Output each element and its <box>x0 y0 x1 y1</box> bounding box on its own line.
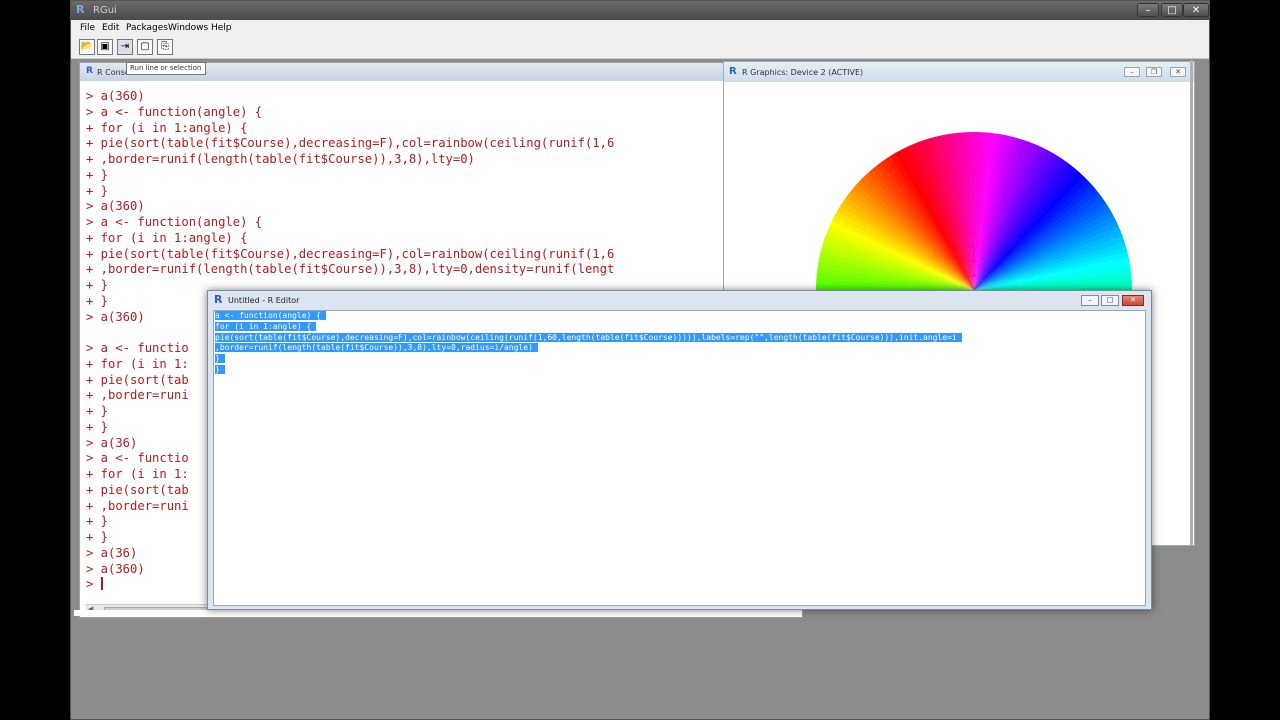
graphics-title: R Graphics: Device 2 (ACTIVE) <box>742 68 864 77</box>
console-line: + ,border=runif(length(table(fit$Course)… <box>86 262 615 277</box>
console-line: + } <box>86 167 109 182</box>
menu-edit[interactable]: Edit <box>102 23 119 33</box>
rainbow-pie-chart <box>816 131 1132 290</box>
console-line: > a(360) <box>86 89 145 103</box>
console-bottom-edge <box>74 610 802 616</box>
menu-help[interactable]: Help <box>211 23 232 33</box>
console-line: + for (i in 1:angle) { <box>86 120 248 135</box>
console-line: > a(360) <box>86 199 145 214</box>
console-line: + for (i in 1:angle) { <box>86 230 248 245</box>
r-logo-icon: R <box>86 66 93 76</box>
editor-line[interactable]: a <- function(angle) { <box>215 311 962 322</box>
toolbar: 📂 ▣ ⇥ ▢ ⎘ <box>71 37 1209 59</box>
console-line: > a <- function(angle) { <box>86 104 263 119</box>
r-logo-icon: R <box>76 3 85 16</box>
selected-text: a <- function(angle) { <box>215 311 326 320</box>
editor-title: Untitled - R Editor <box>228 296 300 305</box>
console-line: > a <- function(angle) { <box>86 215 263 229</box>
graphics-title-bar[interactable]: R R Graphics: Device 2 (ACTIVE) – ❐ ✕ <box>724 62 1194 82</box>
editor-line[interactable]: for (i in 1:angle) { <box>215 321 962 333</box>
run-line-icon[interactable]: ⇥ <box>117 39 133 55</box>
selected-text: } <box>215 354 225 364</box>
text-cursor <box>100 577 103 591</box>
console-icon[interactable]: ▢ <box>137 39 153 55</box>
maximize-button[interactable]: □ <box>1161 3 1183 17</box>
console-line: + pie(sort(table(fit$Course),decreasing=… <box>86 136 615 151</box>
menu-file[interactable]: File <box>80 23 95 33</box>
graphics-close-button[interactable]: ✕ <box>1170 67 1186 77</box>
console-line: + pie(sort(table(fit$Course),decreasing=… <box>86 246 615 261</box>
open-script-icon[interactable]: 📂 <box>79 39 95 55</box>
close-button[interactable]: ✕ <box>1183 3 1209 17</box>
save-icon[interactable]: ▣ <box>97 39 113 55</box>
editor-close-button[interactable]: ✕ <box>1122 295 1144 306</box>
editor-window[interactable]: R Untitled - R Editor – □ ✕ a <- functio… <box>207 290 1152 610</box>
selected-text: } <box>215 364 225 374</box>
editor-line[interactable]: } <box>215 354 962 365</box>
console-line: + ,border=runif(length(table(fit$Course)… <box>86 152 475 166</box>
graphics-window-edge <box>1190 60 1193 545</box>
r-logo-icon: R <box>729 66 737 77</box>
graphics-restore-button[interactable]: ❐ <box>1146 67 1162 77</box>
rgui-title-bar[interactable]: R RGui – □ ✕ <box>71 1 1209 20</box>
console-line: + } <box>86 183 109 198</box>
menu-windows[interactable]: Windows <box>168 23 208 33</box>
tooltip-run-line: Run line or selection <box>126 62 206 75</box>
graphics-minimize-button[interactable]: – <box>1124 67 1140 77</box>
menu-bar: File Edit Packages Windows Help <box>71 20 1209 37</box>
editor-line[interactable]: pie(sort(table(fit$Course),decreasing=F)… <box>215 332 962 344</box>
selected-text: ,border=runif(length(table(fit$Course)),… <box>215 343 538 353</box>
editor-title-bar[interactable]: R Untitled - R Editor – □ ✕ <box>208 291 1151 310</box>
selected-text: for (i in 1:angle) { <box>215 321 317 331</box>
pie-plot <box>814 130 1134 290</box>
editor-line[interactable]: } <box>215 364 962 376</box>
menu-packages[interactable]: Packages <box>126 23 168 33</box>
editor-text-area[interactable]: a <- function(angle) { for (i in 1:angle… <box>213 310 1146 606</box>
editor-maximize-button[interactable]: □ <box>1101 295 1119 306</box>
minimize-button[interactable]: – <box>1137 3 1159 17</box>
selected-text: pie(sort(table(fit$Course),decreasing=F)… <box>215 332 962 342</box>
prompt-symbol: > <box>86 577 101 592</box>
editor-minimize-button[interactable]: – <box>1081 295 1099 306</box>
editor-code[interactable]: a <- function(angle) { for (i in 1:angle… <box>215 311 962 376</box>
editor-line[interactable]: ,border=runif(length(table(fit$Course)),… <box>215 343 962 354</box>
r-logo-icon: R <box>214 293 223 306</box>
window-title: RGui <box>93 5 117 16</box>
print-icon[interactable]: ⎘ <box>157 39 173 55</box>
